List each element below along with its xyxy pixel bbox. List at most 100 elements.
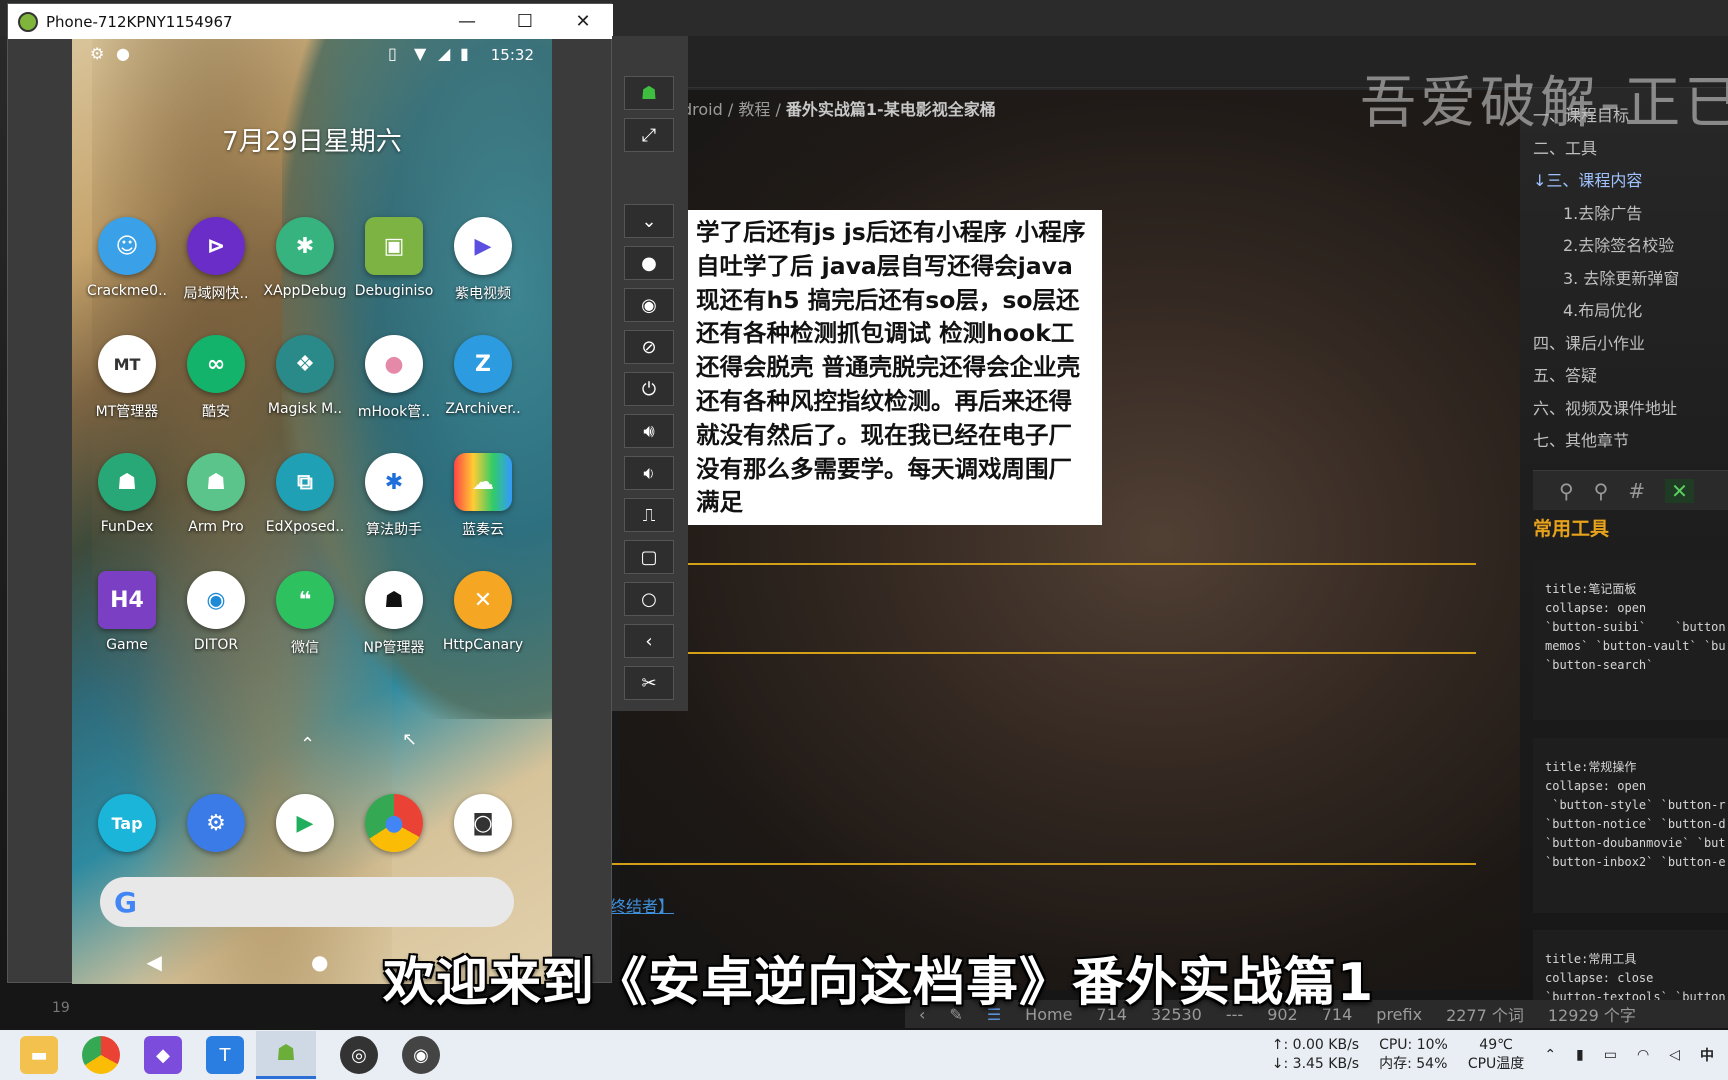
typora-icon[interactable]: T [206, 1036, 244, 1074]
temp-label: CPU温度 [1467, 1056, 1525, 1072]
volume-icon[interactable]: ◁ [1669, 1047, 1680, 1063]
app-label: 算法助手 [366, 522, 422, 538]
np-icon: ☗ [365, 571, 423, 629]
toc-item[interactable]: 四、课后小作业 [1533, 328, 1728, 361]
code-block: title:常用工具 collapse: close `button-texto… [1533, 930, 1728, 1000]
app-coolapk[interactable]: ∞ 酷安 [172, 335, 260, 421]
toc-item[interactable]: 五、答疑 [1533, 360, 1728, 393]
toc-item[interactable]: 2.去除签名校验 [1533, 230, 1728, 263]
app-arm-pro[interactable]: ☗ Arm Pro [172, 453, 260, 535]
breadcrumb-item[interactable]: droid [682, 100, 723, 119]
toc-item[interactable]: 4.布局优化 [1533, 295, 1728, 328]
android-mirror-task[interactable]: ☗ [256, 1031, 316, 1079]
maximize-button[interactable]: ☐ [496, 4, 554, 39]
wifi-icon[interactable]: ◠ [1637, 1047, 1649, 1063]
date-widget[interactable]: 7月29日星期六 [72, 121, 552, 158]
nav-back-icon[interactable]: ◀ [147, 950, 162, 974]
link-icon[interactable]: ⚲ [1559, 479, 1574, 503]
eye-off-icon[interactable]: ⊘ [624, 330, 674, 364]
app-game[interactable]: H4 Game [83, 571, 171, 653]
dock-chrome[interactable]: ● [350, 794, 438, 852]
line-number: 19 [52, 1000, 70, 1016]
backlink-icon[interactable]: ⚲ [1594, 479, 1609, 503]
home-circle-icon[interactable]: ○ [624, 582, 674, 616]
app-magisk[interactable]: ❖ Magisk M.. [261, 335, 349, 417]
obs-icon[interactable]: ◎ [340, 1036, 378, 1074]
android-box-icon: ▣ [365, 217, 423, 275]
app-label: Arm Pro [188, 519, 244, 535]
tools-icon[interactable]: ✕ [1665, 478, 1694, 503]
eye-icon[interactable]: ◉ [624, 288, 674, 322]
app-label: Game [106, 637, 148, 653]
app-debuginiso[interactable]: ▣ Debuginiso [350, 217, 438, 299]
close-button[interactable]: ✕ [554, 4, 612, 39]
record-icon[interactable]: ● [624, 246, 674, 280]
toc-item[interactable]: 1.去除广告 [1533, 198, 1728, 231]
toc-item[interactable]: 3. 去除更新弹窗 [1533, 263, 1728, 296]
app-zarchiver[interactable]: Z ZArchiver.. [439, 335, 527, 417]
volume-up-icon[interactable]: 🔊︎ [624, 414, 674, 448]
dock-settings[interactable]: ⚙ [172, 794, 260, 852]
google-search-bar[interactable]: G [100, 877, 514, 927]
volume-down-icon[interactable]: 🔉︎ [624, 456, 674, 490]
scissors-icon[interactable]: ✂ [624, 666, 674, 700]
mt-icon: MT [98, 335, 156, 393]
record-app-icon[interactable]: ◉ [402, 1036, 440, 1074]
dock-tap[interactable]: Tap [83, 794, 171, 852]
toc-item-current[interactable]: ↓三、课程内容 [1533, 165, 1728, 198]
nav-home-icon[interactable]: ● [311, 950, 328, 974]
app-mhook[interactable]: ● mHook管.. [350, 335, 438, 421]
file-explorer-icon[interactable]: ▬ [20, 1036, 58, 1074]
chevron-up-icon[interactable]: ⌃ [1544, 1047, 1556, 1063]
breadcrumb-item[interactable]: 教程 [738, 100, 770, 119]
app-wechat[interactable]: ❝ 微信 [261, 571, 349, 657]
download-speed: ↓: 3.45 KB/s [1271, 1056, 1360, 1072]
toc-item[interactable]: 一、课程目标 [1533, 100, 1728, 133]
rotate-icon[interactable]: ⎍ [624, 498, 674, 532]
chrome-icon[interactable] [82, 1036, 120, 1074]
dock-camera[interactable]: ◙ [439, 794, 527, 852]
minimize-button[interactable]: — [438, 4, 496, 39]
vibrate-icon: ▯ [388, 44, 397, 63]
ime-indicator[interactable]: 中 [1700, 1045, 1714, 1065]
doc-link[interactable]: 终结者】 [610, 893, 674, 917]
app-algorithm-helper[interactable]: ✱ 算法助手 [350, 453, 438, 539]
divider-line [612, 863, 1476, 865]
mouse-cursor-icon: ↖ [402, 729, 418, 750]
toc-item[interactable]: 六、视频及课件地址 [1533, 393, 1728, 426]
temp-value: 49℃ [1479, 1037, 1513, 1053]
recent-apps-icon[interactable]: ▢ [624, 540, 674, 574]
android-logo-icon[interactable]: ☗ [624, 76, 674, 110]
app-drawer-caret-icon[interactable]: ⌃ [300, 734, 315, 755]
cpu-usage: CPU: 10% [1379, 1037, 1448, 1053]
edxposed-icon: ⧉ [276, 453, 334, 511]
taskbar: ▬ ◆ T ☗ ◎ ◉ ↑: 0.00 KB/s ↓: 3.45 KB/s CP… [0, 1030, 1728, 1080]
power-icon[interactable]: ⏻ [624, 372, 674, 406]
app-crackme[interactable]: ☺ Crackme0.. [83, 217, 171, 299]
app-zidian-video[interactable]: ▶ 紫电视频 [439, 217, 527, 303]
app-edxposed[interactable]: ⧉ EdXposed.. [261, 453, 349, 535]
fullscreen-icon[interactable]: ⤢ [624, 118, 674, 152]
app-lanzou-cloud[interactable]: ☁ 蓝奏云 [439, 453, 527, 539]
app-xappdebug[interactable]: ✱ XAppDebug [261, 217, 349, 299]
app-fundex[interactable]: ☗ FunDex [83, 453, 171, 535]
clock: 15:32 [490, 46, 534, 64]
app-np-manager[interactable]: ☗ NP管理器 [350, 571, 438, 657]
back-chevron-icon[interactable]: ‹ [624, 624, 674, 658]
hashtag-icon[interactable]: # [1628, 479, 1645, 503]
obsidian-icon[interactable]: ◆ [144, 1036, 182, 1074]
window-title: Phone-712KPNY1154967 [46, 12, 233, 31]
battery-icon[interactable]: ▭ [1604, 1047, 1617, 1063]
phone-screen[interactable]: ⚙ ● ▯ ▼ ◢ ▮ 15:32 7月29日星期六 ☺ Crackme0.. ⊳… [72, 39, 552, 984]
expand-down-icon[interactable]: ⌄ [624, 204, 674, 238]
dock-play-store[interactable]: ▶ [261, 794, 349, 852]
app-mt-manager[interactable]: MT MT管理器 [83, 335, 171, 421]
microphone-icon[interactable]: ▮ [1576, 1047, 1584, 1063]
app-lan-transfer[interactable]: ⊳ 局域网快.. [172, 217, 260, 303]
app-ditor[interactable]: ◉ DITOR [172, 571, 260, 653]
toc-item[interactable]: 七、其他章节 [1533, 425, 1728, 458]
toc-item[interactable]: 二、工具 [1533, 133, 1728, 166]
app-label: 微信 [291, 640, 319, 656]
app-httpcanary[interactable]: ✕ HttpCanary [439, 571, 527, 653]
app-label: 局域网快.. [183, 286, 249, 302]
